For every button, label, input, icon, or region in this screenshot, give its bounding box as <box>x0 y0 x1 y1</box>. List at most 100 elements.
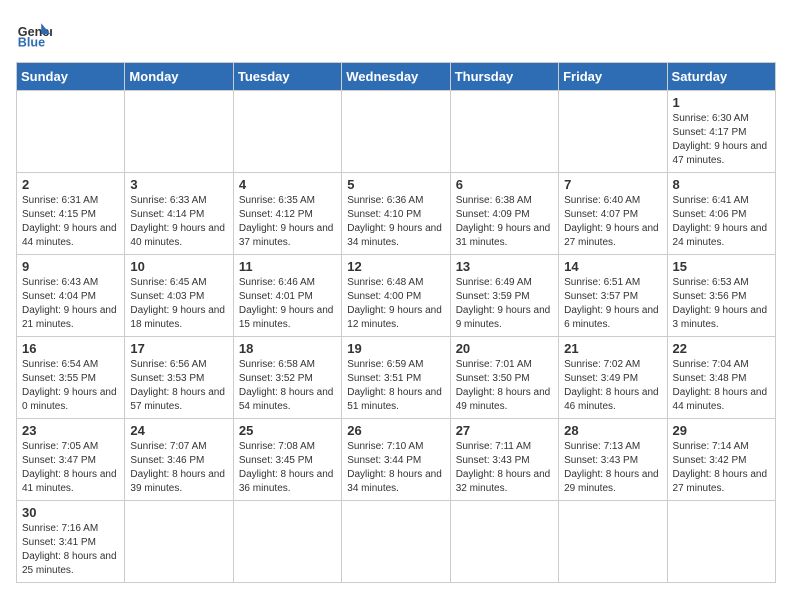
weekday-header-monday: Monday <box>125 63 233 91</box>
day-cell: 13Sunrise: 6:49 AM Sunset: 3:59 PM Dayli… <box>450 255 558 337</box>
header: General Blue <box>16 16 776 52</box>
day-number: 10 <box>130 259 227 274</box>
day-cell: 9 Sunrise: 6:43 AM Sunset: 4:04 PM Daylig… <box>17 255 125 337</box>
calendar: SundayMondayTuesdayWednesdayThursdayFrid… <box>16 62 776 583</box>
weekday-header-friday: Friday <box>559 63 667 91</box>
day-info: Sunrise: 6:40 AM Sunset: 4:07 PM Dayligh… <box>564 194 661 250</box>
day-cell: 5 Sunrise: 6:36 AM Sunset: 4:10 PM Daylig… <box>342 173 450 255</box>
day-cell: 4 Sunrise: 6:35 AM Sunset: 4:12 PM Daylig… <box>233 173 341 255</box>
day-number: 23 <box>22 423 119 438</box>
day-cell: 12 Sunrise: 6:48 AM Sunset: 4:00 PM Dayli… <box>342 255 450 337</box>
day-cell: 11 Sunrise: 6:46 AM Sunset: 4:01 PM Dayli… <box>233 255 341 337</box>
day-number: 28 <box>564 423 661 438</box>
week-row-5: 30 Sunrise: 7:16 AM Sunset: 3:41 PM Dayli… <box>17 501 776 583</box>
day-number: 11 <box>239 259 336 274</box>
day-number: 5 <box>347 177 444 192</box>
day-info: Sunrise: 6:46 AM Sunset: 4:01 PM Dayligh… <box>239 276 336 332</box>
day-info: Sunrise: 7:07 AM Sunset: 3:46 PM Dayligh… <box>130 440 227 496</box>
day-number: 19 <box>347 341 444 356</box>
day-cell <box>342 91 450 173</box>
day-cell <box>559 501 667 583</box>
day-info: Sunrise: 7:16 AM Sunset: 3:41 PM Dayligh… <box>22 522 119 578</box>
weekday-header-row: SundayMondayTuesdayWednesdayThursdayFrid… <box>17 63 776 91</box>
day-info: Sunrise: 7:14 AM Sunset: 3:42 PM Dayligh… <box>673 440 770 496</box>
day-info: Sunrise: 6:56 AM Sunset: 3:53 PM Dayligh… <box>130 358 227 414</box>
day-cell: 24 Sunrise: 7:07 AM Sunset: 3:46 PM Dayli… <box>125 419 233 501</box>
day-info: Sunrise: 6:58 AM Sunset: 3:52 PM Dayligh… <box>239 358 336 414</box>
day-info: Sunrise: 6:30 AM Sunset: 4:17 PM Dayligh… <box>673 112 770 168</box>
day-info: Sunrise: 6:48 AM Sunset: 4:00 PM Dayligh… <box>347 276 444 332</box>
weekday-header-saturday: Saturday <box>667 63 775 91</box>
day-cell: 18 Sunrise: 6:58 AM Sunset: 3:52 PM Dayli… <box>233 337 341 419</box>
day-info: Sunrise: 6:54 AM Sunset: 3:55 PM Dayligh… <box>22 358 119 414</box>
day-cell: 25Sunrise: 7:08 AM Sunset: 3:45 PM Dayli… <box>233 419 341 501</box>
day-number: 13 <box>456 259 553 274</box>
day-number: 29 <box>673 423 770 438</box>
day-cell: 16Sunrise: 6:54 AM Sunset: 3:55 PM Dayli… <box>17 337 125 419</box>
weekday-header-sunday: Sunday <box>17 63 125 91</box>
day-info: Sunrise: 6:51 AM Sunset: 3:57 PM Dayligh… <box>564 276 661 332</box>
day-cell: 6Sunrise: 6:38 AM Sunset: 4:09 PM Daylig… <box>450 173 558 255</box>
day-number: 12 <box>347 259 444 274</box>
day-cell <box>17 91 125 173</box>
day-cell <box>342 501 450 583</box>
day-info: Sunrise: 6:36 AM Sunset: 4:10 PM Dayligh… <box>347 194 444 250</box>
day-info: Sunrise: 6:41 AM Sunset: 4:06 PM Dayligh… <box>673 194 770 250</box>
day-info: Sunrise: 7:02 AM Sunset: 3:49 PM Dayligh… <box>564 358 661 414</box>
day-cell <box>125 91 233 173</box>
day-cell <box>233 501 341 583</box>
day-info: Sunrise: 7:05 AM Sunset: 3:47 PM Dayligh… <box>22 440 119 496</box>
week-row-3: 16Sunrise: 6:54 AM Sunset: 3:55 PM Dayli… <box>17 337 776 419</box>
day-number: 6 <box>456 177 553 192</box>
day-number: 22 <box>673 341 770 356</box>
day-cell: 17 Sunrise: 6:56 AM Sunset: 3:53 PM Dayli… <box>125 337 233 419</box>
day-number: 30 <box>22 505 119 520</box>
day-info: Sunrise: 6:53 AM Sunset: 3:56 PM Dayligh… <box>673 276 770 332</box>
day-cell: 28 Sunrise: 7:13 AM Sunset: 3:43 PM Dayli… <box>559 419 667 501</box>
day-cell <box>233 91 341 173</box>
day-number: 27 <box>456 423 553 438</box>
weekday-header-thursday: Thursday <box>450 63 558 91</box>
day-cell: 23 Sunrise: 7:05 AM Sunset: 3:47 PM Dayli… <box>17 419 125 501</box>
day-cell: 27 Sunrise: 7:11 AM Sunset: 3:43 PM Dayli… <box>450 419 558 501</box>
day-number: 9 <box>22 259 119 274</box>
day-info: Sunrise: 6:33 AM Sunset: 4:14 PM Dayligh… <box>130 194 227 250</box>
day-cell: 15Sunrise: 6:53 AM Sunset: 3:56 PM Dayli… <box>667 255 775 337</box>
day-number: 1 <box>673 95 770 110</box>
day-number: 2 <box>22 177 119 192</box>
day-number: 26 <box>347 423 444 438</box>
day-cell <box>667 501 775 583</box>
day-info: Sunrise: 7:13 AM Sunset: 3:43 PM Dayligh… <box>564 440 661 496</box>
day-cell: 2Sunrise: 6:31 AM Sunset: 4:15 PM Daylig… <box>17 173 125 255</box>
day-number: 18 <box>239 341 336 356</box>
day-info: Sunrise: 6:59 AM Sunset: 3:51 PM Dayligh… <box>347 358 444 414</box>
day-number: 21 <box>564 341 661 356</box>
day-cell: 30 Sunrise: 7:16 AM Sunset: 3:41 PM Dayli… <box>17 501 125 583</box>
day-cell <box>450 501 558 583</box>
day-cell: 20Sunrise: 7:01 AM Sunset: 3:50 PM Dayli… <box>450 337 558 419</box>
day-cell: 8Sunrise: 6:41 AM Sunset: 4:06 PM Daylig… <box>667 173 775 255</box>
day-cell: 14 Sunrise: 6:51 AM Sunset: 3:57 PM Dayli… <box>559 255 667 337</box>
week-row-1: 2Sunrise: 6:31 AM Sunset: 4:15 PM Daylig… <box>17 173 776 255</box>
day-info: Sunrise: 6:35 AM Sunset: 4:12 PM Dayligh… <box>239 194 336 250</box>
day-cell: 3Sunrise: 6:33 AM Sunset: 4:14 PM Daylig… <box>125 173 233 255</box>
day-number: 14 <box>564 259 661 274</box>
day-info: Sunrise: 7:08 AM Sunset: 3:45 PM Dayligh… <box>239 440 336 496</box>
week-row-2: 9 Sunrise: 6:43 AM Sunset: 4:04 PM Daylig… <box>17 255 776 337</box>
day-cell: 21 Sunrise: 7:02 AM Sunset: 3:49 PM Dayli… <box>559 337 667 419</box>
day-cell: 22Sunrise: 7:04 AM Sunset: 3:48 PM Dayli… <box>667 337 775 419</box>
day-info: Sunrise: 6:43 AM Sunset: 4:04 PM Dayligh… <box>22 276 119 332</box>
day-cell: 26Sunrise: 7:10 AM Sunset: 3:44 PM Dayli… <box>342 419 450 501</box>
day-number: 17 <box>130 341 227 356</box>
day-number: 4 <box>239 177 336 192</box>
day-info: Sunrise: 7:11 AM Sunset: 3:43 PM Dayligh… <box>456 440 553 496</box>
day-cell <box>125 501 233 583</box>
weekday-header-wednesday: Wednesday <box>342 63 450 91</box>
day-number: 24 <box>130 423 227 438</box>
day-number: 20 <box>456 341 553 356</box>
day-number: 7 <box>564 177 661 192</box>
day-cell: 10Sunrise: 6:45 AM Sunset: 4:03 PM Dayli… <box>125 255 233 337</box>
week-row-4: 23 Sunrise: 7:05 AM Sunset: 3:47 PM Dayli… <box>17 419 776 501</box>
day-cell: 29 Sunrise: 7:14 AM Sunset: 3:42 PM Dayli… <box>667 419 775 501</box>
day-cell: 1 Sunrise: 6:30 AM Sunset: 4:17 PM Daylig… <box>667 91 775 173</box>
